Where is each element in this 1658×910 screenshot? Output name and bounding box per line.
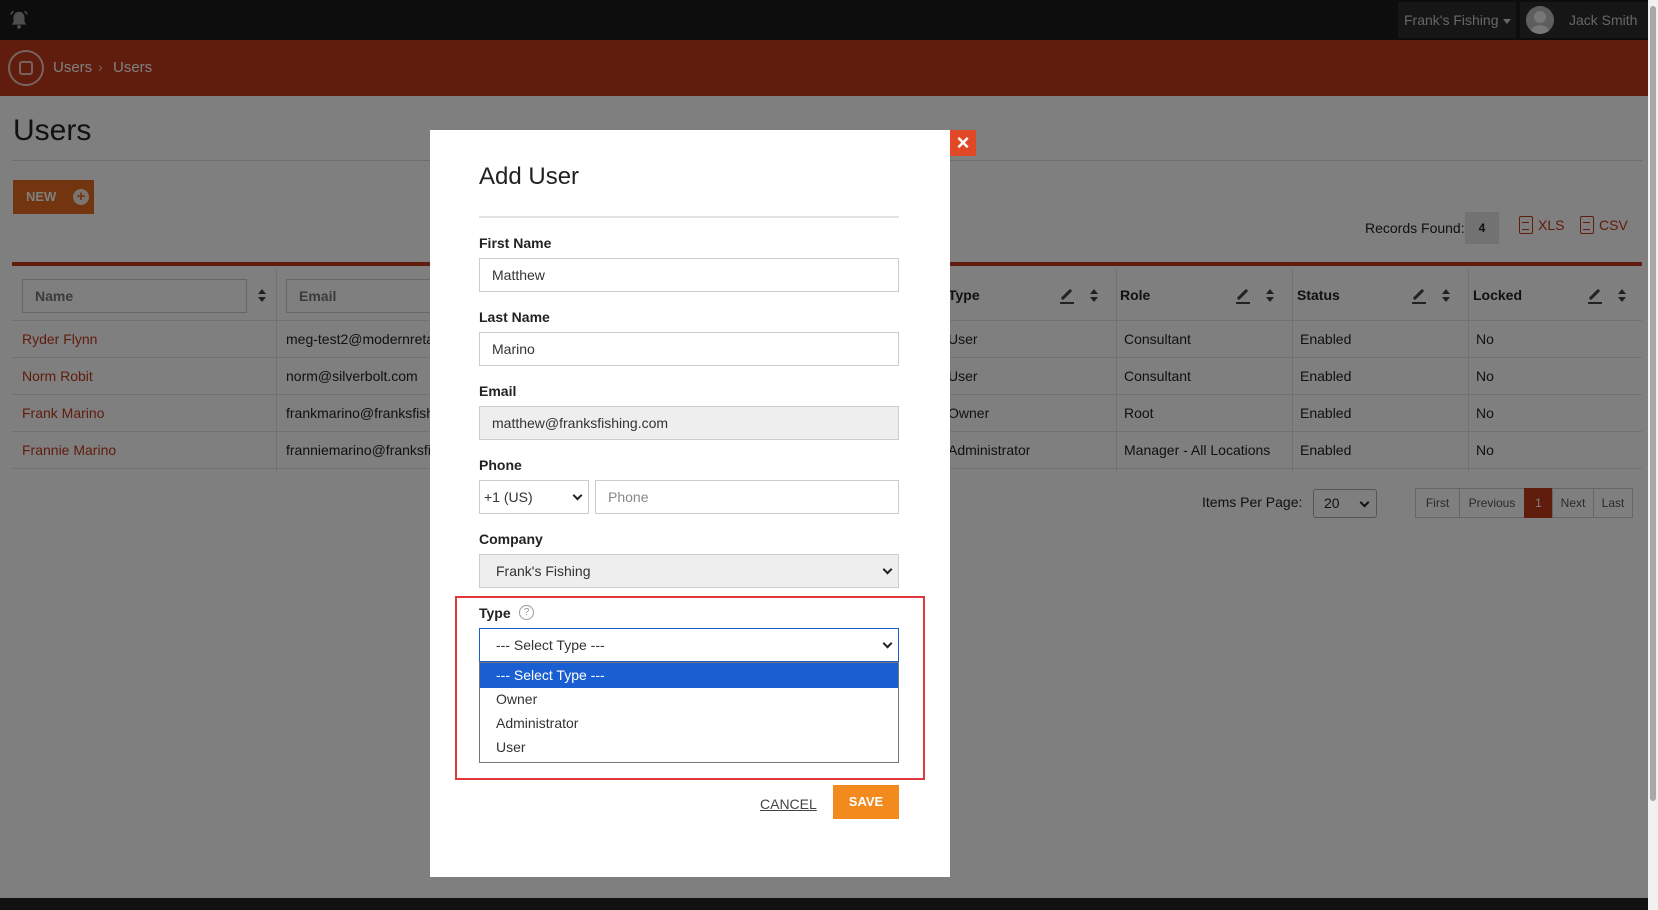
first-name-label: First Name: [479, 235, 552, 251]
divider: [479, 216, 899, 218]
email-label: Email: [479, 383, 517, 399]
phone-country-value: +1 (US): [484, 489, 533, 505]
phone-label: Phone: [479, 457, 522, 473]
phone-field[interactable]: Phone: [595, 480, 899, 514]
company-label: Company: [479, 531, 543, 547]
chevron-down-icon: [572, 490, 583, 501]
last-name-field[interactable]: Marino: [479, 332, 899, 366]
phone-country-select[interactable]: +1 (US): [479, 480, 589, 514]
first-name-field[interactable]: Matthew: [479, 258, 899, 292]
chevron-down-icon: [882, 564, 893, 575]
cancel-button[interactable]: CANCEL: [760, 796, 817, 812]
save-button[interactable]: SAVE: [833, 785, 899, 819]
add-user-modal: Add User First Name Matthew Last Name Ma…: [430, 130, 950, 877]
email-field: matthew@franksfishing.com: [479, 406, 899, 440]
last-name-label: Last Name: [479, 309, 550, 325]
scrollbar-thumb[interactable]: [1650, 6, 1656, 801]
footer-strip: [0, 898, 1648, 910]
company-select[interactable]: Frank's Fishing: [479, 554, 899, 588]
close-icon[interactable]: ×: [950, 130, 976, 156]
company-select-value: Frank's Fishing: [496, 563, 591, 579]
modal-title: Add User: [479, 163, 580, 190]
highlight-box: [455, 596, 925, 780]
scrollbar[interactable]: [1648, 0, 1658, 910]
